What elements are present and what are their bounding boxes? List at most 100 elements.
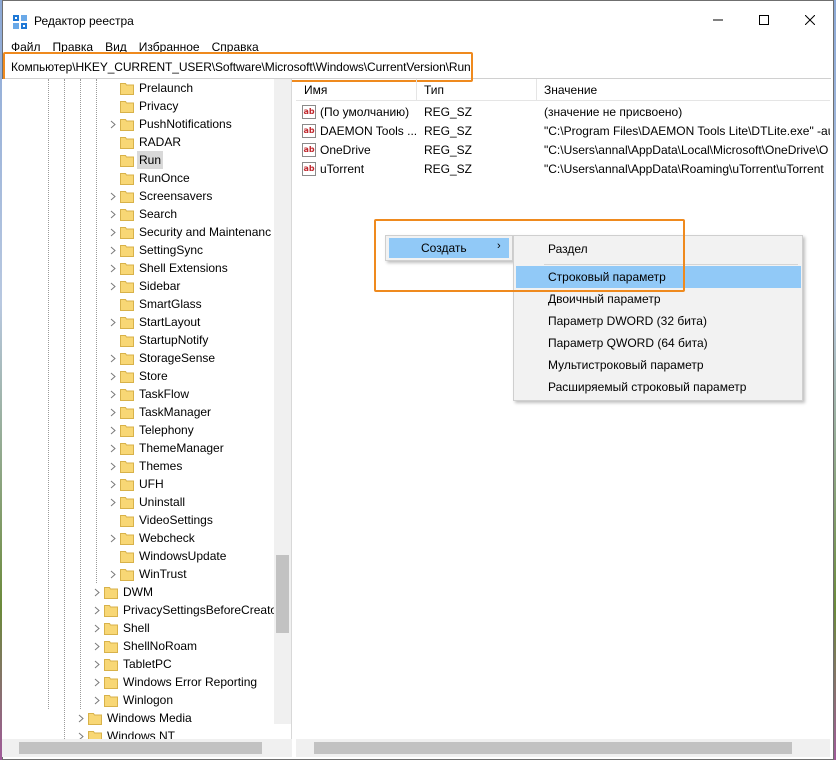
close-button[interactable] <box>787 1 833 39</box>
submenu-item[interactable]: Мультистроковый параметр <box>516 354 801 376</box>
tree-item[interactable]: RunOnce <box>2 169 274 187</box>
tree-item[interactable]: Security and Maintenanc <box>2 223 274 241</box>
tree-item[interactable]: UFH <box>2 475 274 493</box>
tree-item[interactable]: PushNotifications <box>2 115 274 133</box>
tree-item[interactable]: Webcheck <box>2 529 274 547</box>
chevron-right-icon[interactable] <box>108 493 118 511</box>
chevron-right-icon[interactable] <box>92 691 102 709</box>
chevron-right-icon[interactable] <box>76 709 86 727</box>
chevron-right-icon[interactable] <box>108 421 118 439</box>
column-separator[interactable] <box>536 79 537 101</box>
chevron-right-icon[interactable] <box>108 187 118 205</box>
tree-item[interactable]: StartupNotify <box>2 331 274 349</box>
chevron-right-icon[interactable] <box>92 655 102 673</box>
maximize-button[interactable] <box>741 1 787 39</box>
menu-favorites[interactable]: Избранное <box>133 39 206 55</box>
chevron-right-icon[interactable] <box>108 385 118 403</box>
context-create-item[interactable]: Создать › <box>389 238 509 258</box>
column-name-header[interactable]: Имя <box>304 83 327 97</box>
tree-item[interactable]: Windows Media <box>2 709 274 727</box>
values-list[interactable]: Имя Тип Значение ab (По умолчанию) REG_SZ (… <box>296 79 830 739</box>
menu-view[interactable]: Вид <box>99 39 133 55</box>
tree-item[interactable]: Windows Error Reporting <box>2 673 274 691</box>
chevron-right-icon[interactable] <box>108 439 118 457</box>
chevron-right-icon[interactable] <box>108 475 118 493</box>
tree-item[interactable]: Uninstall <box>2 493 274 511</box>
tree-item[interactable]: Privacy <box>2 97 274 115</box>
tree-item[interactable]: TaskManager <box>2 403 274 421</box>
tree-item[interactable]: Search <box>2 205 274 223</box>
chevron-right-icon[interactable] <box>108 349 118 367</box>
tree-item[interactable]: Sidebar <box>2 277 274 295</box>
address-path[interactable]: Компьютер\HKEY_CURRENT_USER\Software\Mic… <box>11 60 471 74</box>
tree-item[interactable]: ShellNoRoam <box>2 637 274 655</box>
tree-item[interactable]: DWM <box>2 583 274 601</box>
table-row[interactable]: ab OneDrive REG_SZ "C:\Users\annal\AppData\… <box>296 141 830 160</box>
tree-horizontal-scrollbar[interactable] <box>2 739 292 757</box>
tree-item[interactable]: Screensavers <box>2 187 274 205</box>
tree-item[interactable]: Store <box>2 367 274 385</box>
submenu-item[interactable]: Двоичный параметр <box>516 288 801 310</box>
tree-item[interactable]: Themes <box>2 457 274 475</box>
tree-item[interactable]: Windows NT <box>2 727 274 739</box>
tree-item[interactable]: VideoSettings <box>2 511 274 529</box>
chevron-right-icon[interactable] <box>76 727 86 739</box>
submenu-item[interactable]: Строковый параметр <box>516 266 801 288</box>
tree-horizontal-thumb[interactable] <box>19 742 262 754</box>
menu-edit[interactable]: Правка <box>47 39 100 55</box>
chevron-right-icon[interactable] <box>92 601 102 619</box>
table-row[interactable]: ab uTorrent REG_SZ "C:\Users\annal\AppData\… <box>296 160 830 179</box>
tree-item[interactable]: SettingSync <box>2 241 274 259</box>
chevron-right-icon[interactable] <box>108 313 118 331</box>
menu-help[interactable]: Справка <box>206 39 265 55</box>
submenu-item[interactable]: Раздел <box>516 238 801 260</box>
chevron-right-icon[interactable] <box>108 259 118 277</box>
tree-item[interactable]: Prelaunch <box>2 79 274 97</box>
chevron-right-icon[interactable] <box>92 583 102 601</box>
submenu-item[interactable]: Параметр QWORD (64 бита) <box>516 332 801 354</box>
tree-item[interactable]: Shell <box>2 619 274 637</box>
submenu-item[interactable]: Расширяемый строковый параметр <box>516 376 801 398</box>
chevron-right-icon[interactable] <box>92 619 102 637</box>
chevron-right-icon[interactable] <box>108 205 118 223</box>
tree-item[interactable]: WinTrust <box>2 565 274 583</box>
tree-vertical-thumb[interactable] <box>276 555 289 633</box>
tree-item[interactable]: Shell Extensions <box>2 259 274 277</box>
chevron-right-icon[interactable] <box>92 637 102 655</box>
tree-item[interactable]: TabletPC <box>2 655 274 673</box>
tree-item[interactable]: StorageSense <box>2 349 274 367</box>
address-bar[interactable]: Компьютер\HKEY_CURRENT_USER\Software\Mic… <box>5 55 831 79</box>
chevron-right-icon[interactable] <box>108 115 118 133</box>
tree-item[interactable]: RADAR <box>2 133 274 151</box>
tree-item[interactable]: SmartGlass <box>2 295 274 313</box>
chevron-right-icon[interactable] <box>108 367 118 385</box>
chevron-right-icon[interactable] <box>92 673 102 691</box>
tree-vertical-scrollbar[interactable] <box>274 79 291 724</box>
title-bar[interactable]: Редактор реестра <box>3 1 833 39</box>
tree-item[interactable]: StartLayout <box>2 313 274 331</box>
tree-pane[interactable]: Prelaunch Privacy PushNotifications RADAR Ru… <box>2 79 292 739</box>
chevron-right-icon[interactable] <box>108 277 118 295</box>
column-value-header[interactable]: Значение <box>544 83 597 97</box>
chevron-right-icon[interactable] <box>108 403 118 421</box>
minimize-button[interactable] <box>695 1 741 39</box>
tree-item[interactable]: TaskFlow <box>2 385 274 403</box>
chevron-right-icon[interactable] <box>108 457 118 475</box>
column-separator[interactable] <box>416 79 417 101</box>
chevron-right-icon[interactable] <box>108 223 118 241</box>
list-horizontal-scrollbar[interactable] <box>296 739 830 757</box>
tree-item[interactable]: WindowsUpdate <box>2 547 274 565</box>
column-type-header[interactable]: Тип <box>424 83 444 97</box>
menu-file[interactable]: Файл <box>3 39 47 55</box>
submenu-item[interactable]: Параметр DWORD (32 бита) <box>516 310 801 332</box>
tree-item[interactable]: Winlogon <box>2 691 274 709</box>
chevron-right-icon[interactable] <box>108 241 118 259</box>
tree-item[interactable]: ThemeManager <box>2 439 274 457</box>
chevron-right-icon[interactable] <box>108 565 118 583</box>
list-horizontal-thumb[interactable] <box>314 742 792 754</box>
table-row[interactable]: ab DAEMON Tools ... REG_SZ "C:\Program File… <box>296 122 830 141</box>
chevron-right-icon[interactable] <box>108 529 118 547</box>
tree-item[interactable]: PrivacySettingsBeforeCreato <box>2 601 277 619</box>
tree-item[interactable]: Telephony <box>2 421 274 439</box>
tree-item[interactable]: Run <box>2 151 274 169</box>
